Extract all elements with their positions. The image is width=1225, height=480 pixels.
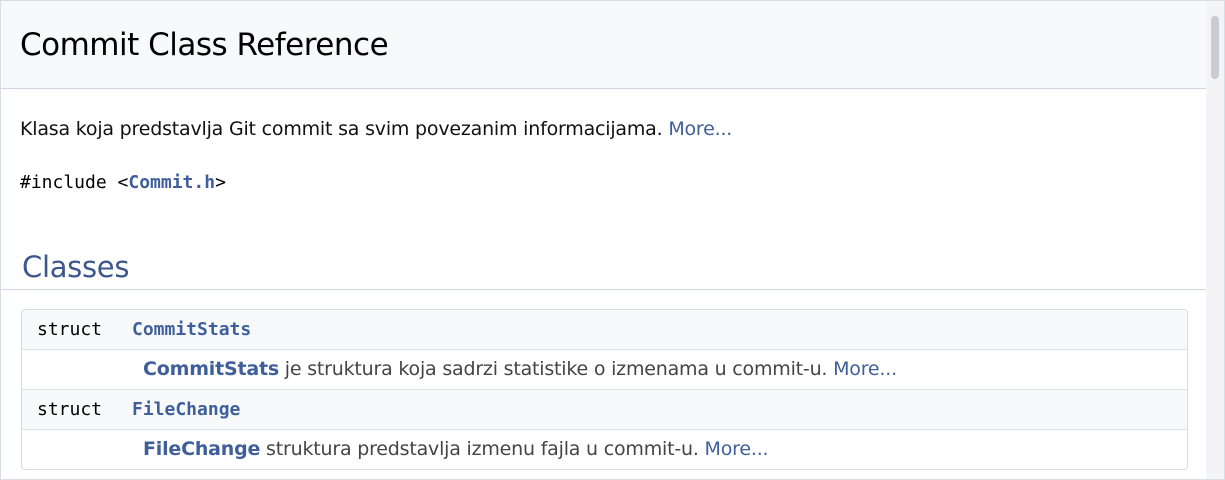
class-link-commitstats[interactable]: CommitStats <box>132 319 251 340</box>
class-desc-text: struktura predstavlja izmenu fajla u com… <box>260 438 699 460</box>
class-description: FileChange struktura predstavlja izmenu … <box>143 438 769 460</box>
class-link-filechange[interactable]: FileChange <box>132 399 240 420</box>
documentation-page: Commit Class Reference Klasa koja predst… <box>0 0 1225 480</box>
class-desc-ref-link[interactable]: FileChange <box>143 438 260 460</box>
class-row-commitstats: struct CommitStats <box>22 310 1187 350</box>
page-title: Commit Class Reference <box>20 27 389 63</box>
page-header: Commit Class Reference <box>1 1 1206 89</box>
class-description: CommitStats je struktura koja sadrzi sta… <box>143 358 897 380</box>
struct-keyword: struct <box>37 319 103 340</box>
class-desc-ref-link[interactable]: CommitStats <box>143 358 279 380</box>
brief-description: Klasa koja predstavlja Git commit sa svi… <box>20 118 732 140</box>
class-more-link[interactable]: More... <box>705 438 769 460</box>
classes-table: struct CommitStats CommitStats je strukt… <box>21 309 1188 470</box>
classes-section-title: Classes <box>22 250 130 284</box>
brief-more-link[interactable]: More... <box>668 118 732 140</box>
include-suffix: > <box>215 172 226 193</box>
vertical-scrollbar[interactable] <box>1206 1 1224 479</box>
include-file-link[interactable]: Commit.h <box>128 172 215 193</box>
include-prefix: #include < <box>20 172 129 193</box>
struct-keyword: struct <box>37 399 103 420</box>
brief-text: Klasa koja predstavlja Git commit sa svi… <box>20 118 663 140</box>
include-line: #include <Commit.h> <box>20 172 226 193</box>
class-row-filechange: struct FileChange <box>22 390 1187 430</box>
class-desc-text: je struktura koja sadrzi statistike o iz… <box>278 358 828 380</box>
scrollbar-thumb[interactable] <box>1211 16 1219 79</box>
class-more-link[interactable]: More... <box>833 358 897 380</box>
class-desc-filechange: FileChange struktura predstavlja izmenu … <box>22 430 1187 469</box>
class-desc-commitstats: CommitStats je struktura koja sadrzi sta… <box>22 350 1187 390</box>
section-divider <box>1 289 1206 290</box>
